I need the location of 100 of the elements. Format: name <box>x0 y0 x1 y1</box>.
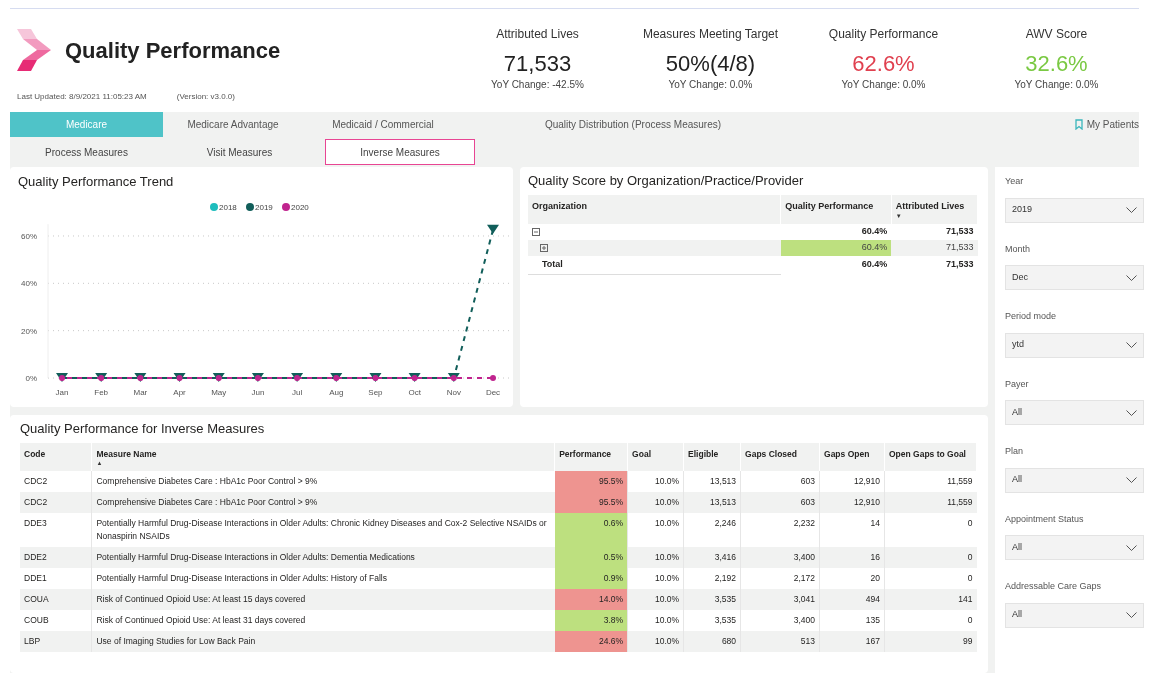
axis-label: Jul <box>291 388 303 397</box>
table-cell: 3,400 <box>740 547 820 569</box>
filter-label: Month <box>1005 242 1031 256</box>
table-cell: DDE3 <box>20 513 92 548</box>
table-cell: Potentially Harmful Drug-Disease Interactions in Older Adults: Dementia Medications <box>91 547 555 569</box>
table-cell: Comprehensive Diabetes Care : HbA1c Poor Control > 9% <box>91 492 555 514</box>
table-cell: Risk of Continued Opioid Use: At least 15 days covered <box>91 589 555 611</box>
filter-label: Period mode <box>1005 310 1058 323</box>
axis-label: Nov <box>446 388 461 397</box>
kpi-change-text: YoY Change: 0.0% <box>841 78 926 92</box>
table-cell: 10.0% <box>627 547 684 569</box>
axis-label: Feb <box>94 388 109 397</box>
table-cell: 60.4% <box>780 224 892 240</box>
table-cell: 3,535 <box>683 610 741 632</box>
table-cell: 20 <box>819 568 885 590</box>
table-cell: 3,535 <box>683 589 741 611</box>
axis-label: 0% <box>25 374 37 383</box>
kpi-label: Attributed Lives <box>496 26 579 43</box>
table-cell: 0.5% <box>554 547 628 569</box>
table-cell: 95.5% <box>554 471 628 493</box>
table-cell: 0 <box>884 513 977 548</box>
table-cell: 0 <box>884 568 977 590</box>
legend-label: 2019 <box>255 203 274 212</box>
filter-label: Addressable Care Gaps <box>1005 580 1103 593</box>
table-cell: DDE2 <box>20 547 92 569</box>
table-cell: 10.0% <box>627 513 684 548</box>
table-cell: 10.0% <box>627 492 684 514</box>
table-cell: 10.0% <box>627 631 684 653</box>
table-cell: Comprehensive Diabetes Care : HbA1c Poor Control > 9% <box>91 471 555 493</box>
table-cell: COUA <box>20 589 92 611</box>
table-cell: 135 <box>819 610 885 632</box>
table-cell: 10.0% <box>627 589 684 611</box>
kpi-label: Measures Meeting Target <box>642 26 779 43</box>
kpi-value: 71,533 <box>503 51 572 77</box>
axis-label: Apr <box>173 388 186 397</box>
kpi-label: AWV Score <box>1025 26 1088 43</box>
axis-label: May <box>211 388 227 397</box>
axis-label: Jun <box>251 388 265 397</box>
legend-label: 2020 <box>291 203 310 212</box>
filter-label: Payer <box>1005 377 1030 391</box>
table-cell: 13,513 <box>683 492 741 514</box>
axis-label: Sep <box>368 388 383 397</box>
kpi-change-text: YoY Change: 0.0% <box>668 78 753 92</box>
table-cell: 12,910 <box>819 471 885 493</box>
filter-label: Year <box>1005 175 1025 188</box>
table-cell: 13,513 <box>683 471 741 493</box>
table-cell: 680 <box>683 631 741 653</box>
row-label: Total <box>541 259 563 269</box>
table-cell: 0.9% <box>554 568 628 590</box>
axis-label: 60% <box>21 232 37 241</box>
axis-label: Dec <box>485 388 501 397</box>
table-cell: Risk of Continued Opioid Use: At least 31 days covered <box>91 610 555 632</box>
table-cell: 3,041 <box>740 589 820 611</box>
table-title: Quality Score by Organization/Practice/Provider <box>528 172 805 190</box>
table-cell: 2,232 <box>740 513 820 548</box>
axis-label: Aug <box>329 388 344 397</box>
table-cell: 60.4% <box>780 256 892 274</box>
kpi-value: 50%(4/8) <box>665 51 756 77</box>
table-cell: 0 <box>884 547 977 569</box>
legend-label: 2018 <box>219 203 238 212</box>
table-cell: CDC2 <box>20 471 92 493</box>
filter-label: Plan <box>1005 445 1024 458</box>
table-cell: Use of Imaging Studies for Low Back Pain <box>91 631 555 653</box>
table-cell: 2,172 <box>740 568 820 590</box>
table-cell: 24.6% <box>554 631 628 653</box>
chart-title: Quality Performance Trend <box>18 173 174 191</box>
table-cell: 2,246 <box>683 513 741 548</box>
table-cell: 3,400 <box>740 610 820 632</box>
table-cell: 99 <box>884 631 977 653</box>
kpi-label: Quality Performance <box>828 26 939 43</box>
table-cell: 0 <box>884 610 977 632</box>
table-cell: 60.4% <box>780 240 892 256</box>
axis-label: Jan <box>55 388 69 397</box>
kpi-change-text: YoY Change: -42.5% <box>491 78 584 92</box>
table-cell: Potentially Harmful Drug-Disease Interactions in Older Adults: History of Falls <box>91 568 555 590</box>
table-cell: 10.0% <box>627 568 684 590</box>
table-cell: 603 <box>740 471 820 493</box>
legend-item: 2018 <box>210 203 237 212</box>
table-cell: 11,559 <box>884 492 977 514</box>
table-cell: 16 <box>819 547 885 569</box>
kpi-value: 62.6% <box>852 51 915 77</box>
axis-label: 20% <box>21 326 37 336</box>
table-cell: 14 <box>819 513 885 548</box>
table-cell: COUB <box>20 610 92 632</box>
table-cell: 3,416 <box>683 547 741 569</box>
table-cell: 0.6% <box>554 513 628 548</box>
table-cell: 141 <box>884 589 977 611</box>
axis-label: Oct <box>408 388 421 397</box>
table-cell: 71,533 <box>891 256 978 274</box>
table-cell: 71,533 <box>891 240 978 256</box>
table-cell: 513 <box>740 631 820 653</box>
last-updated-text: Last Updated: 8/9/2021 11:05:23 AM <box>17 91 147 103</box>
axis-label: Mar <box>133 388 148 397</box>
kpi-change-text: YoY Change: 0.0% <box>1014 78 1099 92</box>
version-text: (Version: v3.0.0) <box>176 91 235 103</box>
table-cell: DDE1 <box>20 568 92 590</box>
table-cell: 167 <box>819 631 885 653</box>
kpi-value: 32.6% <box>1025 51 1088 77</box>
table-cell: CDC2 <box>20 492 92 514</box>
table-cell: 14.0% <box>554 589 628 611</box>
